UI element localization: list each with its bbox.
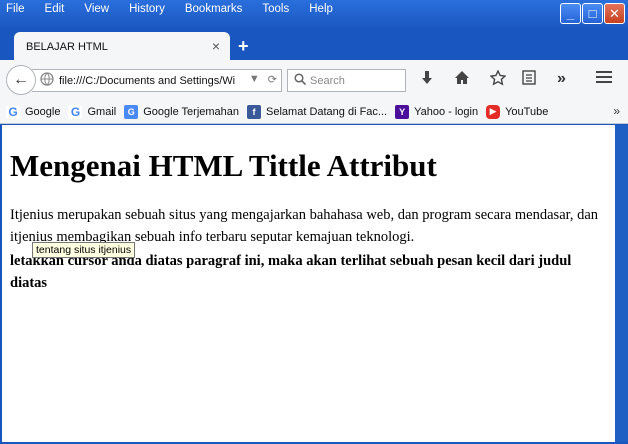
bookmark-google-translate[interactable]: G Google Terjemahan	[124, 104, 240, 119]
bookmark-yahoo[interactable]: Y Yahoo - login	[395, 104, 479, 119]
url-text[interactable]: file:///C:/Documents and Settings/Wi	[59, 75, 239, 87]
google-icon: G	[6, 104, 20, 119]
reload-icon[interactable]: ⟳	[268, 73, 277, 86]
back-arrow-icon: ←	[13, 71, 29, 88]
bookmark-label: YouTube	[505, 105, 549, 118]
globe-icon	[40, 72, 54, 89]
hamburger-menu-icon[interactable]	[596, 71, 612, 86]
google-icon: G	[68, 104, 83, 119]
overflow-chevron-icon[interactable]: »	[557, 70, 566, 88]
google-translate-icon: G	[124, 104, 139, 119]
tab-title: BELAJAR HTML	[26, 41, 108, 53]
menu-help[interactable]: Help	[307, 3, 335, 15]
bookmark-label: Yahoo - login	[414, 105, 479, 118]
menu-bookmarks[interactable]: Bookmarks	[183, 3, 245, 15]
search-placeholder: Search	[310, 74, 345, 87]
search-icon	[294, 73, 307, 88]
reading-list-icon[interactable]	[522, 70, 536, 90]
menu-tools[interactable]: Tools	[260, 3, 291, 15]
maximize-button[interactable]: □	[582, 3, 603, 24]
tab-strip: BELAJAR HTML × +	[0, 30, 628, 62]
close-window-button[interactable]: ✕	[604, 3, 625, 24]
menu-history[interactable]: History	[127, 3, 167, 15]
bookmark-youtube[interactable]: ▶ YouTube	[486, 104, 549, 119]
bookmark-label: Gmail	[87, 105, 117, 118]
tab-belajar-html[interactable]: BELAJAR HTML ×	[14, 32, 230, 62]
minimize-button[interactable]: _	[560, 3, 581, 24]
window-right-border	[615, 125, 628, 442]
download-icon[interactable]	[420, 70, 434, 91]
youtube-icon: ▶	[486, 104, 501, 119]
page-title: Mengenai HTML Tittle Attribut	[10, 148, 437, 183]
bookmarks-overflow-icon[interactable]: »	[613, 104, 620, 118]
bookmark-label: Google Terjemahan	[143, 105, 240, 118]
search-input[interactable]: Search	[287, 69, 406, 92]
url-controls: ▼ ⟳	[249, 73, 277, 86]
bookmark-star-icon[interactable]	[489, 69, 507, 91]
bookmark-facebook[interactable]: f Selamat Datang di Fac...	[247, 104, 388, 119]
navigation-toolbar: file:///C:/Documents and Settings/Wi ▼ ⟳…	[0, 60, 628, 100]
bookmark-label: Selamat Datang di Fac...	[266, 105, 388, 118]
new-tab-button[interactable]: +	[238, 36, 249, 57]
bookmark-google[interactable]: G Google	[6, 104, 61, 119]
bookmark-gmail[interactable]: G Gmail	[68, 104, 117, 119]
menu-edit[interactable]: Edit	[43, 3, 67, 15]
menu-bar: File Edit View History Bookmarks Tools H…	[0, 0, 540, 18]
bookmark-label: Google	[25, 105, 61, 118]
window-controls: _ □ ✕	[560, 3, 625, 24]
facebook-icon: f	[247, 104, 262, 119]
title-tooltip: tentang situs itjenius	[32, 242, 136, 258]
yahoo-icon: Y	[395, 104, 410, 119]
page-content: Mengenai HTML Tittle Attribut Itjenius m…	[2, 125, 615, 442]
menu-file[interactable]: File	[4, 3, 27, 15]
tab-close-icon[interactable]: ×	[212, 38, 220, 54]
url-bar[interactable]: file:///C:/Documents and Settings/Wi ▼ ⟳	[32, 69, 282, 92]
menu-view[interactable]: View	[82, 3, 111, 15]
dropdown-arrow-icon[interactable]: ▼	[249, 73, 260, 86]
home-icon[interactable]	[454, 70, 470, 90]
browser-window: File Edit View History Bookmarks Tools H…	[0, 0, 628, 444]
bookmarks-toolbar: G Google G Gmail G Google Terjemahan f S…	[0, 100, 628, 124]
back-button[interactable]: ←	[6, 65, 36, 95]
